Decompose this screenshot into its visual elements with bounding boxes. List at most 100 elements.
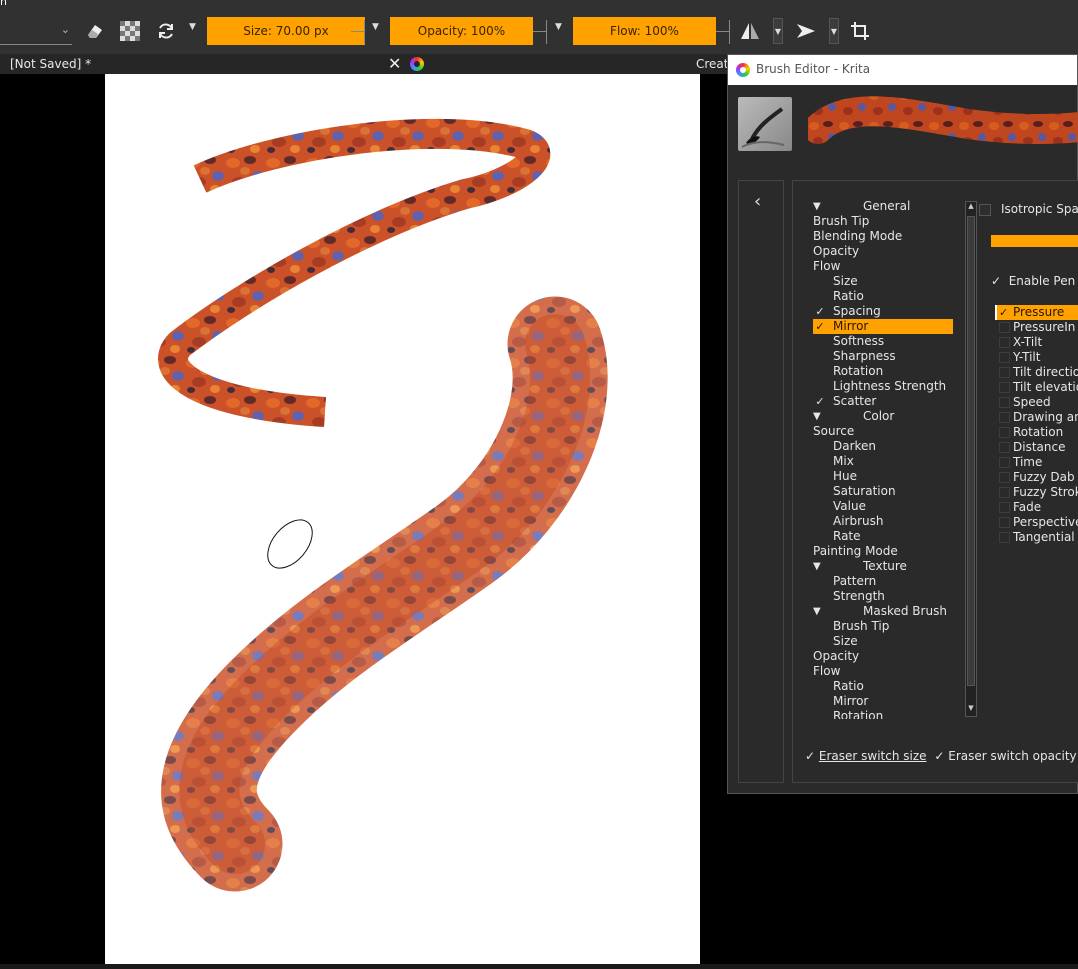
sensor-checkbox[interactable] <box>999 382 1010 393</box>
brush-option-item[interactable]: Saturation <box>813 484 963 499</box>
eraser-switch-size-toggle[interactable]: ✓ Eraser switch size <box>805 749 927 763</box>
sensor-checkbox[interactable] <box>999 517 1010 528</box>
brush-option-item[interactable]: Pattern <box>813 574 963 589</box>
expand-triangle-icon[interactable]: ▼ <box>813 199 821 214</box>
brush-option-item[interactable]: Ratio <box>813 289 963 304</box>
opacity-slider[interactable]: Opacity: 100% <box>390 17 533 45</box>
sensor-checkbox[interactable] <box>999 352 1010 363</box>
brush-option-item[interactable]: Size <box>813 634 963 649</box>
brush-option-item[interactable]: ▼ Texture <box>813 559 963 574</box>
preset-thumbnail[interactable] <box>738 97 792 151</box>
sensor-checkbox[interactable] <box>999 502 1010 513</box>
brush-option-item[interactable]: ✓ Mirror <box>813 319 963 334</box>
brush-option-item[interactable]: Opacity <box>813 649 963 664</box>
opacity-slider-spin[interactable] <box>533 20 547 44</box>
scroll-up-icon[interactable]: ▲ <box>966 202 976 214</box>
sensor-checkbox[interactable] <box>999 487 1010 498</box>
brush-option-item[interactable]: Brush Tip <box>813 619 963 634</box>
brush-option-item[interactable]: Value <box>813 499 963 514</box>
canvas-paper[interactable] <box>105 74 700 966</box>
brush-option-item[interactable]: ▼ General <box>813 199 963 214</box>
reload-dropdown-arrow-icon[interactable]: ▼ <box>189 22 196 32</box>
sensor-item[interactable]: Tangential <box>999 530 1078 545</box>
size-slider-spin[interactable] <box>351 20 365 44</box>
sensor-item[interactable]: PressureIn <box>999 320 1078 335</box>
sensor-checkbox[interactable] <box>999 397 1010 408</box>
eraser-switch-opacity-toggle[interactable]: ✓ Eraser switch opacity <box>934 749 1078 763</box>
sensor-item[interactable]: ✓ Pressure <box>995 305 1078 320</box>
canvas-area[interactable] <box>0 74 728 969</box>
brush-option-item[interactable]: Flow <box>813 664 963 679</box>
brush-option-item[interactable]: ▼ Color <box>813 409 963 424</box>
flow-slider-spin[interactable] <box>716 20 730 44</box>
brush-option-item[interactable]: Lightness Strength <box>813 379 963 394</box>
sensor-list[interactable]: ✓ Pressure PressureIn X-Tilt Y-Tilt Tilt dire… <box>995 305 1078 545</box>
brush-option-checkbox[interactable]: ✓ <box>813 394 827 409</box>
brush-option-item[interactable]: Mirror <box>813 694 963 709</box>
sensor-item[interactable]: Drawing angle <box>999 410 1078 425</box>
chevron-left-icon[interactable]: ‹ <box>754 191 761 212</box>
brush-option-item[interactable]: Size <box>813 274 963 289</box>
sensor-item[interactable]: Fade <box>999 500 1078 515</box>
sensor-checkbox[interactable] <box>999 367 1010 378</box>
expand-triangle-icon[interactable]: ▼ <box>813 559 821 574</box>
sensor-checkbox[interactable] <box>999 337 1010 348</box>
expand-triangle-icon[interactable]: ▼ <box>813 604 821 619</box>
sensor-item[interactable]: Fuzzy Dab <box>999 470 1078 485</box>
opacity-dropdown-arrow-icon[interactable]: ▼ <box>555 22 562 32</box>
brush-option-item[interactable]: Ratio <box>813 679 963 694</box>
sensor-item[interactable]: Perspective <box>999 515 1078 530</box>
brush-option-item[interactable]: Flow <box>813 259 963 274</box>
brush-preset-combo[interactable]: ⌄ <box>0 19 72 45</box>
brush-option-item[interactable]: Opacity <box>813 244 963 259</box>
option-list-scrollbar[interactable]: ▲ ▼ <box>965 201 977 717</box>
brush-option-item[interactable]: Brush Tip <box>813 214 963 229</box>
sensor-checkbox[interactable] <box>999 427 1010 438</box>
sensor-item[interactable]: Rotation <box>999 425 1078 440</box>
sensor-item[interactable]: Speed <box>999 395 1078 410</box>
brush-option-item[interactable]: Rotation <box>813 364 963 379</box>
brush-option-item[interactable]: Rate <box>813 529 963 544</box>
size-slider[interactable]: Size: 70.00 px <box>207 17 365 45</box>
sensor-checkbox[interactable] <box>999 412 1010 423</box>
scrollbar-thumb[interactable] <box>967 216 975 686</box>
brush-option-item[interactable]: Hue <box>813 469 963 484</box>
isotropic-spacing-checkbox[interactable] <box>979 204 991 216</box>
size-dropdown-arrow-icon[interactable]: ▼ <box>372 22 379 32</box>
sensor-checkbox[interactable] <box>999 532 1010 543</box>
brush-option-item[interactable]: Painting Mode <box>813 544 963 559</box>
spacing-slider[interactable] <box>991 235 1078 247</box>
enable-pen-settings-toggle[interactable]: ✓ Enable Pen Settings <box>991 274 1078 288</box>
sensor-item[interactable]: Tilt elevation <box>999 380 1078 395</box>
brush-option-checkbox[interactable]: ✓ <box>813 319 827 334</box>
mirror-vertical-dropdown[interactable]: ▼ <box>829 18 839 44</box>
brush-option-item[interactable]: Blending Mode <box>813 229 963 244</box>
flow-slider[interactable]: Flow: 100% <box>573 17 716 45</box>
brush-option-item[interactable]: ▼ Masked Brush <box>813 604 963 619</box>
wraparound-crop-button[interactable] <box>847 18 873 44</box>
sensor-item[interactable]: Distance <box>999 440 1078 455</box>
sensor-checkbox[interactable] <box>999 442 1010 453</box>
brush-option-item[interactable]: Sharpness <box>813 349 963 364</box>
brush-option-item[interactable]: Mix <box>813 454 963 469</box>
document-tab[interactable]: [Not Saved] * <box>10 57 91 71</box>
mirror-vertical-button[interactable] <box>793 18 819 44</box>
brush-option-item[interactable]: Airbrush <box>813 514 963 529</box>
mirror-horizontal-dropdown[interactable]: ▼ <box>773 18 783 44</box>
brush-option-item[interactable]: Darken <box>813 439 963 454</box>
sensor-item[interactable]: Time <box>999 455 1078 470</box>
brush-option-item[interactable]: Source <box>813 424 963 439</box>
sensor-checkbox[interactable] <box>999 322 1010 333</box>
sensor-checkbox[interactable] <box>999 457 1010 468</box>
sensor-item[interactable]: X-Tilt <box>999 335 1078 350</box>
brush-option-item[interactable]: Softness <box>813 334 963 349</box>
reload-preset-button[interactable] <box>153 18 179 44</box>
sensor-item[interactable]: Tilt direction <box>999 365 1078 380</box>
close-icon[interactable]: ✕ <box>388 54 401 73</box>
preserve-alpha-button[interactable] <box>117 18 143 44</box>
brush-option-checkbox[interactable]: ✓ <box>813 304 827 319</box>
sensor-item[interactable]: Y-Tilt <box>999 350 1078 365</box>
brush-option-item[interactable]: ✓ Scatter <box>813 394 963 409</box>
brush-option-item[interactable]: Rotation <box>813 709 963 719</box>
brush-option-item[interactable]: Strength <box>813 589 963 604</box>
